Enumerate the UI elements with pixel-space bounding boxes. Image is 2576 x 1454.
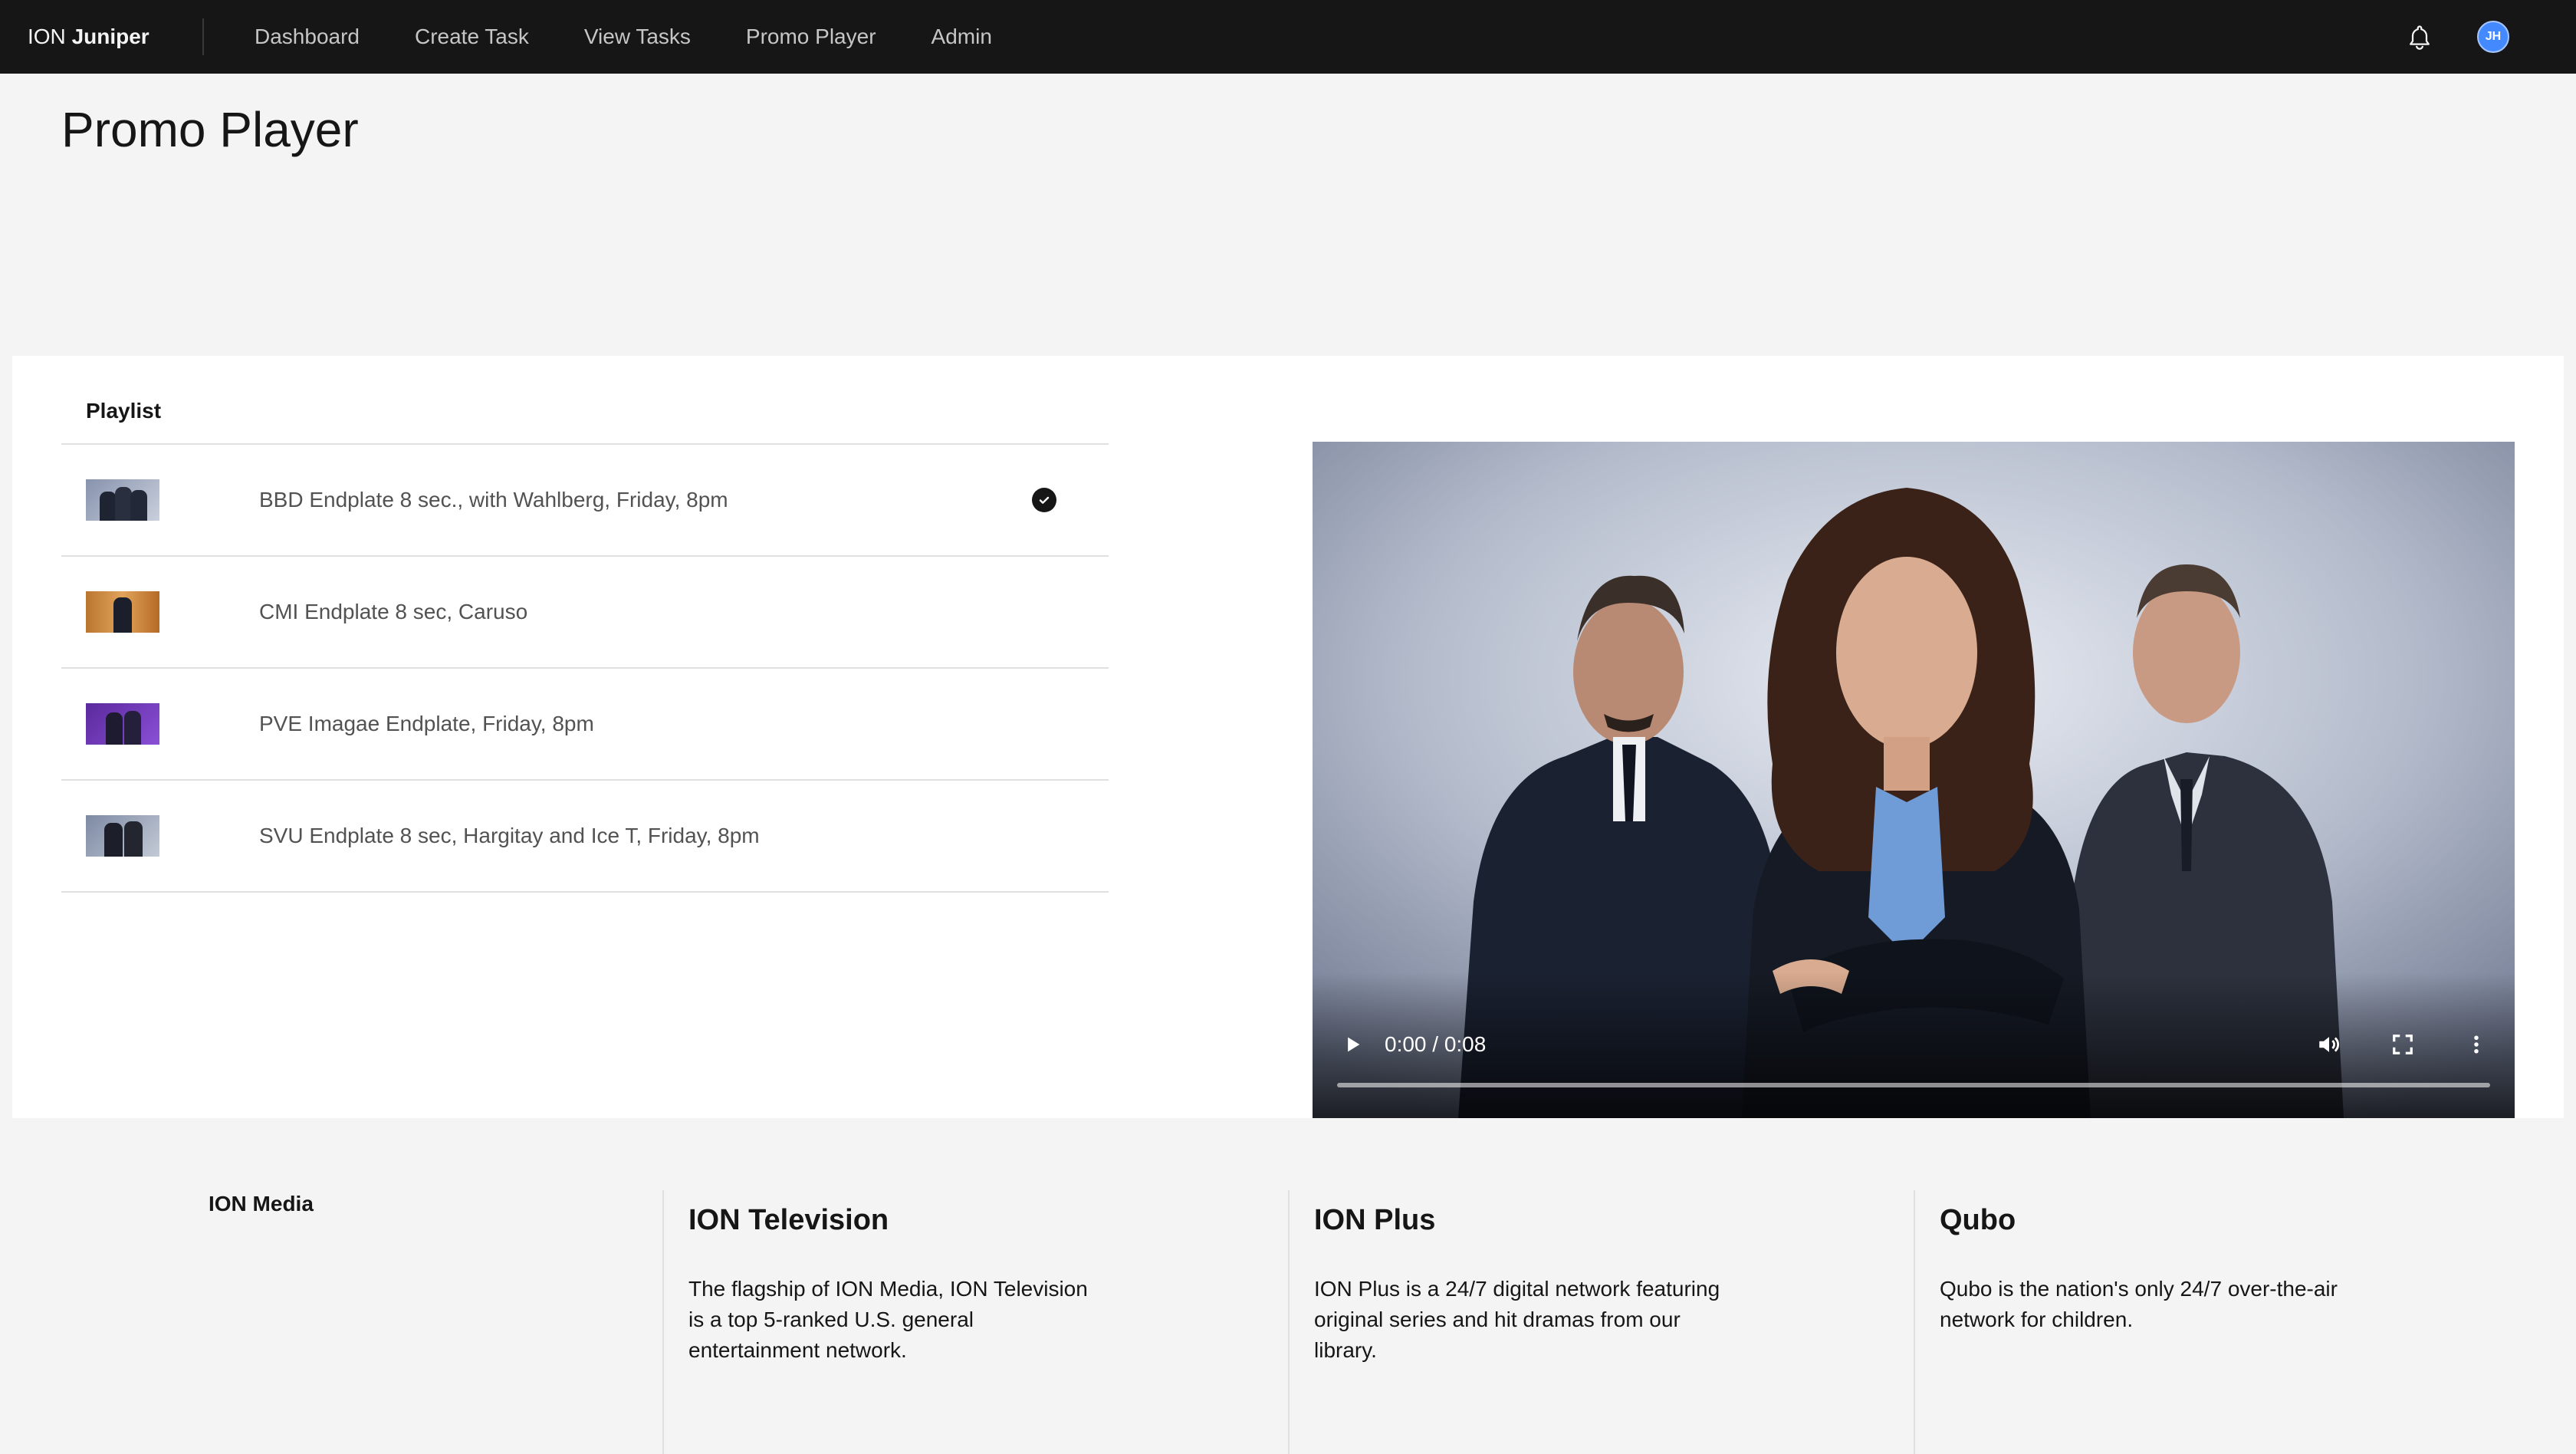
nav-create-task[interactable]: Create Task: [387, 0, 557, 74]
header-actions: JH: [2383, 0, 2576, 74]
notifications-button[interactable]: [2383, 0, 2456, 74]
video-player[interactable]: 0:00 / 0:08: [1313, 442, 2515, 1118]
brand-name: Juniper: [71, 25, 150, 48]
nav-dashboard[interactable]: Dashboard: [204, 0, 387, 74]
volume-icon: [2319, 1037, 2339, 1052]
play-button[interactable]: [1323, 1015, 1382, 1074]
playlist-item[interactable]: PVE Imagae Endplate, Friday, 8pm: [61, 669, 1109, 781]
nav-view-tasks[interactable]: View Tasks: [557, 0, 718, 74]
checkmark-filled-icon: [1032, 488, 1056, 512]
playlist-item-label: CMI Endplate 8 sec, Caruso: [259, 600, 528, 623]
top-navigation-bar: ION Juniper Dashboard Create Task View T…: [0, 0, 2576, 74]
progress-bar[interactable]: [1337, 1083, 2490, 1087]
avatar: JH: [2477, 21, 2509, 53]
footer-column-ion-television: ION Television The flagship of ION Media…: [662, 1190, 1290, 1454]
playlist-item[interactable]: BBD Endplate 8 sec., with Wahlberg, Frid…: [61, 445, 1109, 557]
footer-column-text: Qubo is the nation's only 24/7 over-the-…: [1940, 1277, 2338, 1331]
left-gutter: [0, 74, 12, 1454]
user-menu-button[interactable]: JH: [2456, 0, 2530, 74]
player-controls-right: [2300, 1015, 2505, 1074]
playlist-table: Playlist BBD Endplate 8 sec., with Wahlb…: [61, 394, 1109, 893]
main-nav: Dashboard Create Task View Tasks Promo P…: [204, 0, 1020, 74]
page-header: Promo Player: [12, 74, 2564, 356]
footer-column-title: Qubo: [1940, 1204, 2016, 1236]
nav-admin[interactable]: Admin: [904, 0, 1020, 74]
more-options-button[interactable]: [2447, 1015, 2505, 1074]
page-title: Promo Player: [61, 102, 359, 157]
app-brand[interactable]: ION Juniper: [0, 25, 202, 49]
footer-brand: ION Media: [209, 1192, 314, 1216]
footer-column-qubo: Qubo Qubo is the nation's only 24/7 over…: [1914, 1190, 2541, 1454]
play-icon: [1348, 1037, 1360, 1052]
promo-thumbnail: [86, 479, 159, 521]
nav-promo-player[interactable]: Promo Player: [718, 0, 904, 74]
footer-column-ion-plus: ION Plus ION Plus is a 24/7 digital netw…: [1288, 1190, 1915, 1454]
promo-thumbnail: [86, 815, 159, 857]
site-footer: ION Media ION Television The flagship of…: [12, 1118, 2564, 1454]
footer-column-text: ION Plus is a 24/7 digital network featu…: [1314, 1277, 1720, 1362]
right-gutter: [2564, 74, 2576, 1454]
footer-column-title: ION Television: [688, 1204, 889, 1236]
promo-thumbnail: [86, 591, 159, 633]
fullscreen-button[interactable]: [2374, 1015, 2432, 1074]
playlist-item-label: SVU Endplate 8 sec, Hargitay and Ice T, …: [259, 824, 760, 847]
promo-thumbnail: [86, 703, 159, 745]
playlist-item[interactable]: CMI Endplate 8 sec, Caruso: [61, 557, 1109, 669]
footer-column-text: The flagship of ION Media, ION Televisio…: [688, 1277, 1088, 1362]
footer-column-title: ION Plus: [1314, 1204, 1436, 1236]
bell-icon: [2410, 25, 2430, 50]
playlist-item[interactable]: SVU Endplate 8 sec, Hargitay and Ice T, …: [61, 781, 1109, 893]
playlist-header: Playlist: [61, 394, 1109, 445]
brand-prefix: ION: [28, 25, 66, 48]
volume-button[interactable]: [2300, 1015, 2358, 1074]
player-controls: 0:00 / 0:08: [1313, 1015, 2515, 1074]
playlist-item-label: PVE Imagae Endplate, Friday, 8pm: [259, 712, 594, 735]
promo-player-content: Playlist BBD Endplate 8 sec., with Wahlb…: [12, 356, 2564, 1118]
fullscreen-icon: [2393, 1035, 2413, 1054]
more-options-icon: [2474, 1035, 2479, 1054]
time-display: 0:00 / 0:08: [1385, 1032, 1487, 1056]
playlist-item-label: BBD Endplate 8 sec., with Wahlberg, Frid…: [259, 488, 728, 512]
